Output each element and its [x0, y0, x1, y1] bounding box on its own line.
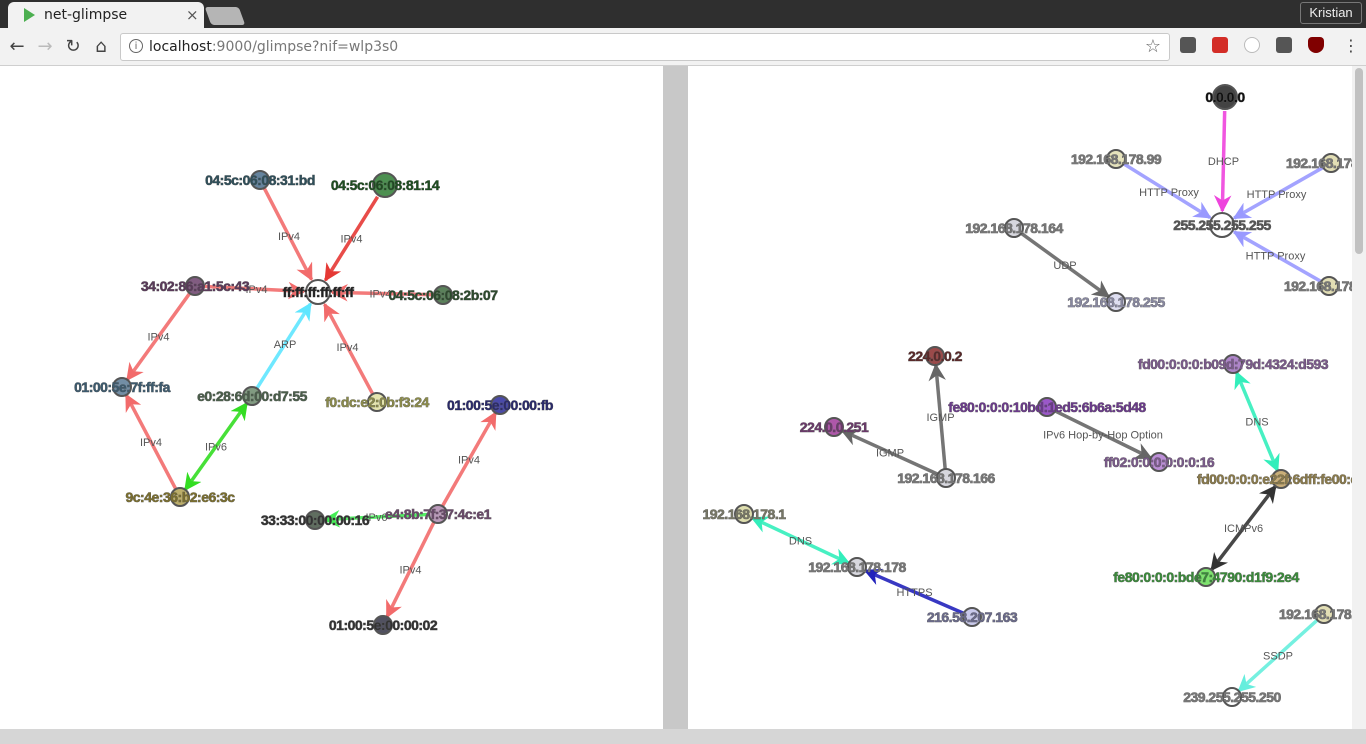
edge-label: DNS [1245, 417, 1268, 429]
node-label: e0:28:6d:00:d7:55 [197, 388, 307, 404]
node-label: 01:00:5e:00:00:fb [447, 397, 553, 413]
url-text[interactable]: localhost:9000/glimpse?nif=wlp3s0 [149, 39, 398, 55]
right-network-graph-panel[interactable]: DHCP HTTP Proxy HTTP Proxy HTTP Proxy UDP IGM… [688, 66, 1352, 729]
edge-label: HTTP Proxy [1246, 251, 1306, 263]
lastpass-icon[interactable] [1212, 37, 1228, 53]
url-path: :9000/glimpse?nif=wlp3s0 [211, 39, 399, 55]
edge-label: IPv4 [147, 332, 169, 344]
edge-label: ARP [274, 339, 297, 351]
node-label: 224.0.0.251 [800, 419, 869, 435]
node-label: fe80:0:0:0:10bd:1ed5:6b6a:5d48 [948, 399, 1146, 415]
edge-label: IPv4 [140, 437, 162, 449]
edge-label: IGMP [876, 448, 904, 460]
node-label: 9c:4e:36:b2:e6:3c [125, 489, 235, 505]
code-icon[interactable] [1244, 37, 1260, 53]
edge-label: UDP [1053, 260, 1076, 272]
edge-label: IPv6 Hop-by-Hop Option [1043, 430, 1163, 442]
edge-label: HTTP Proxy [1247, 189, 1307, 201]
new-tab-button[interactable] [204, 7, 246, 25]
reload-icon[interactable]: ↻ [62, 36, 84, 58]
nodes-group: 0.0.0.0 192.168.178.99 192.168.178.22 255.2… [702, 84, 1352, 707]
node-label: ff02:0:0:0:0:0:0:16 [1104, 454, 1215, 470]
browser-menu-icon[interactable]: ⋮ [1343, 36, 1359, 55]
ublock-icon[interactable] [1308, 37, 1324, 53]
node-label: 34:02:86:a1:5c:43 [141, 278, 250, 294]
edge-label: IPv4 [399, 565, 421, 577]
node-label: fe80:0:0:0:bde7:4790:d1f9:2e4 [1113, 569, 1299, 585]
nodes-group: 04:5c:06:08:31:bd 04:5c:06:08:81:14 34:02:… [74, 170, 554, 635]
address-bar[interactable]: i localhost:9000/glimpse?nif=wlp3s0 ☆ [120, 33, 1170, 61]
edge-label: IPv4 [278, 231, 300, 243]
profile-button[interactable]: Kristian [1300, 2, 1362, 24]
node-label: 33:33:00:00:00:16 [261, 512, 370, 528]
left-network-graph[interactable]: IPv4 IPv4IPv4 IPv4ARP IPv4IPv4IPv4 IPv6IPv6I… [0, 66, 663, 729]
node-label: fd00:0:0:0:b09d:79d:4324:d593 [1138, 356, 1329, 372]
node-label: 04:5c:06:08:81:14 [331, 177, 440, 193]
vertical-scrollbar[interactable] [1352, 66, 1366, 729]
browser-toolbar: ← → ↻ ⌂ i localhost:9000/glimpse?nif=wlp… [0, 28, 1366, 66]
node-label: 216.58.207.163 [927, 609, 1018, 625]
node-label: 192.168.178.255 [1067, 294, 1165, 310]
bookmark-star-icon[interactable]: ☆ [1145, 36, 1161, 57]
site-info-icon[interactable]: i [129, 39, 143, 53]
node-label: f0:dc:e2:0b:f3:24 [325, 394, 429, 410]
node-label: 01:00:5e:00:00:02 [329, 617, 438, 633]
node-label: 192.168.178.178 [808, 559, 906, 575]
node-label: 192.168.178.166 [897, 470, 995, 486]
edge-label: HTTP Proxy [1139, 187, 1199, 199]
node-label: 239.255.255.250 [1183, 689, 1281, 705]
right-network-graph[interactable]: DHCP HTTP Proxy HTTP Proxy HTTP Proxy UDP IGM… [688, 66, 1352, 729]
edges-group: IPv4 IPv4IPv4 IPv4ARP IPv4IPv4IPv4 IPv6IPv6I… [124, 187, 498, 619]
edge-label: DNS [789, 536, 812, 548]
edge-label: IPv6 [205, 442, 227, 454]
edge-label: DHCP [1208, 156, 1239, 168]
edge-label: ICMPv6 [1224, 523, 1263, 535]
tab-title: net-glimpse [44, 7, 128, 23]
edge-label: SSDP [1263, 651, 1293, 663]
tab-close-icon[interactable]: × [186, 6, 199, 24]
node-label: 192.168.178.99 [1071, 151, 1162, 167]
home-icon[interactable]: ⌂ [90, 36, 112, 58]
node-label: 192.168.178.164 [965, 220, 1063, 236]
node-label: fd00:0:0:0:e22f:6dff:fe00:c6 [1197, 471, 1352, 487]
node-label: e4:8b:7f:37:4c:e1 [385, 506, 492, 522]
browser-title-bar: net-glimpse × Kristian [0, 0, 1366, 28]
node-label: 192.168.178.1 [702, 506, 786, 522]
forward-arrow-icon[interactable]: → [34, 36, 56, 58]
node-label: 01:00:5e:7f:ff:fa [74, 379, 170, 395]
edge-label: HTTPS [896, 587, 932, 599]
browser-tab[interactable]: net-glimpse × [8, 2, 204, 28]
net-glimpse-favicon-icon [24, 8, 35, 22]
node-label: 255.255.255.255 [1173, 217, 1271, 233]
back-arrow-icon[interactable]: ← [6, 36, 28, 58]
edge-label: IPv4 [336, 342, 358, 354]
node-label: 224.0.0.2 [908, 348, 963, 364]
edge-label: IPv4 [458, 455, 480, 467]
node-label: 04:5c:06:08:2b:07 [388, 287, 498, 303]
node-label: ff:ff:ff:ff:ff:ff [283, 284, 355, 300]
vertical-scrollbar-thumb[interactable] [1355, 68, 1363, 254]
node-label: 192.168.178.27 [1279, 606, 1352, 622]
mail-icon[interactable] [1276, 37, 1292, 53]
left-network-graph-panel[interactable]: IPv4 IPv4 IPv4 IPv4 ARP IPv4 IPv4 IPv4 IPv6 IPv6 I… [0, 66, 663, 729]
edge-label: IPv4 [340, 234, 362, 246]
node-label: 192.168.178.23 [1284, 278, 1352, 294]
node-label: 0.0.0.0 [1205, 89, 1245, 105]
node-label: 04:5c:06:08:31:bd [205, 172, 315, 188]
url-host: localhost [149, 39, 212, 55]
node-label: 192.168.178.22 [1286, 155, 1352, 171]
horizontal-scrollbar[interactable] [0, 729, 1366, 744]
pocket-icon[interactable] [1180, 37, 1196, 53]
